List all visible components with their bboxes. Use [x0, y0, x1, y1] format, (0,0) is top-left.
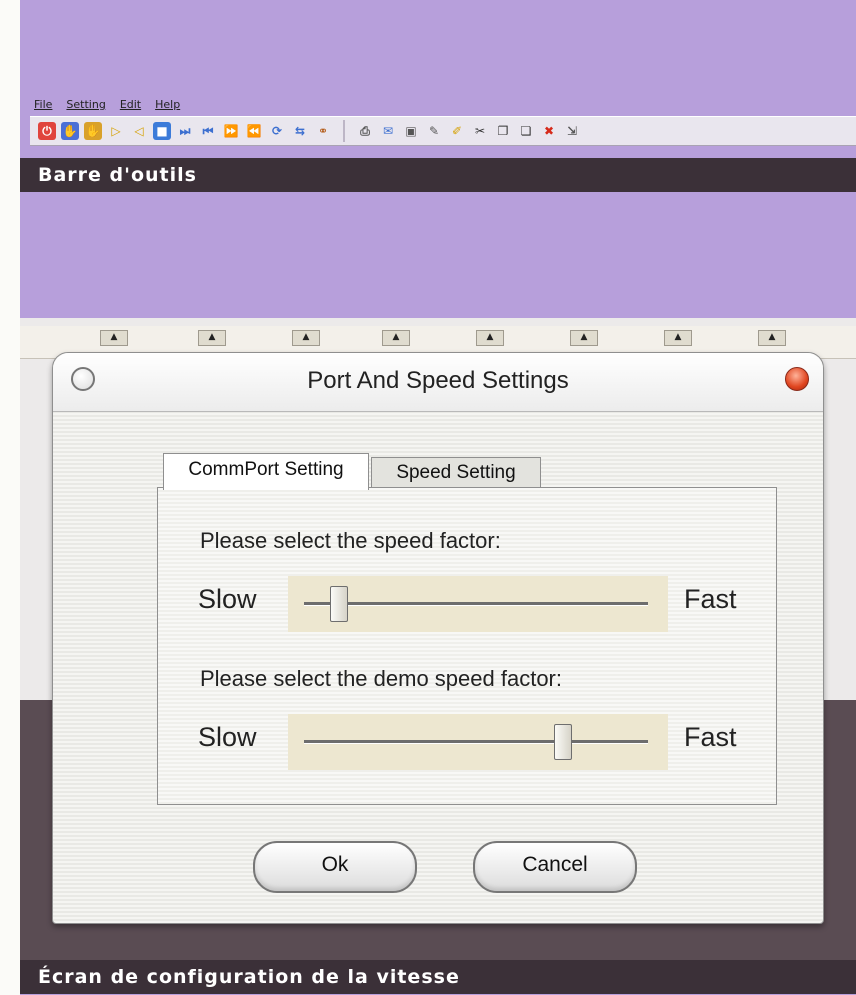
menu-edit[interactable]: Edit — [120, 98, 141, 114]
delete-icon[interactable]: ✖ — [540, 122, 558, 140]
ruler-marker[interactable]: ▲ — [100, 330, 128, 346]
ruler-marker[interactable]: ▲ — [198, 330, 226, 346]
toolbar: ⏻ ✋ ✋ ▷ ◁ ■ ⏭ ⏮ ⏩ ⏪ ⟳ ⇆ ⚭ ⎙ ✉ ▣ ✎ ✐ ✂ ❐ … — [30, 116, 856, 146]
export-icon[interactable]: ⇲ — [563, 122, 581, 140]
port-speed-dialog: Port And Speed Settings CommPort Setting… — [52, 352, 824, 924]
hand-icon[interactable]: ✋ — [84, 122, 102, 140]
rewind-icon[interactable]: ⏪ — [245, 122, 263, 140]
screen-caption: Écran de configuration de la vitesse — [20, 960, 856, 994]
dialog-titlebar: Port And Speed Settings — [53, 353, 823, 412]
toolbar-separator — [343, 120, 345, 142]
tab-commport-setting[interactable]: CommPort Setting — [163, 453, 369, 490]
play-icon[interactable]: ▷ — [107, 122, 125, 140]
speed-fast-label: Fast — [684, 584, 737, 614]
background-watermark — [40, 214, 68, 303]
ruler-marker[interactable]: ▲ — [476, 330, 504, 346]
ruler-marker[interactable]: ▲ — [382, 330, 410, 346]
reverse-icon[interactable]: ◁ — [130, 122, 148, 140]
ruler-marker[interactable]: ▲ — [664, 330, 692, 346]
screenshot-frame: File Setting Edit Help ⏻ ✋ ✋ ▷ ◁ ■ ⏭ ⏮ ⏩… — [20, 0, 856, 995]
loop-icon[interactable]: ⟳ — [268, 122, 286, 140]
demo-speed-slider-thumb[interactable] — [554, 724, 572, 760]
binoculars-icon[interactable]: ⚭ — [314, 122, 332, 140]
toolbar-caption: Barre d'outils — [20, 158, 856, 192]
pencil-icon[interactable]: ✐ — [448, 122, 466, 140]
power-icon[interactable]: ⏻ — [38, 122, 56, 140]
tab-speed-setting[interactable]: Speed Setting — [371, 457, 541, 488]
hand-icon[interactable]: ✋ — [61, 122, 79, 140]
screen-caption-text: Écran de configuration de la vitesse — [38, 966, 460, 988]
open-icon[interactable]: ✉ — [379, 122, 397, 140]
demo-slow-label: Slow — [198, 722, 257, 752]
paste-icon[interactable]: ❏ — [517, 122, 535, 140]
toolbar-caption-text: Barre d'outils — [38, 164, 197, 186]
cut-icon[interactable]: ✂ — [471, 122, 489, 140]
demo-slider-line — [304, 740, 648, 744]
save-icon[interactable]: ▣ — [402, 122, 420, 140]
swap-icon[interactable]: ⇆ — [291, 122, 309, 140]
stop-icon[interactable]: ■ — [153, 122, 171, 140]
background-watermark — [60, 16, 88, 105]
menu-help[interactable]: Help — [155, 98, 180, 114]
menu-file[interactable]: File — [34, 98, 52, 114]
speed-factor-label: Please select the speed factor: — [200, 528, 501, 553]
skip-end-icon[interactable]: ⏭ — [176, 122, 194, 140]
demo-speed-factor-label: Please select the demo speed factor: — [200, 666, 562, 691]
copy-icon[interactable]: ❐ — [494, 122, 512, 140]
ruler-marker[interactable]: ▲ — [758, 330, 786, 346]
print-icon[interactable]: ⎙ — [356, 122, 374, 140]
demo-fast-label: Fast — [684, 722, 737, 752]
speed-settings-panel: Please select the speed factor: Slow Fas… — [157, 487, 777, 805]
skip-start-icon[interactable]: ⏮ — [199, 122, 217, 140]
menu-bar: File Setting Edit Help — [34, 98, 180, 114]
speed-slider-thumb[interactable] — [330, 586, 349, 622]
ruler-marker[interactable]: ▲ — [570, 330, 598, 346]
edit-icon[interactable]: ✎ — [425, 122, 443, 140]
menu-setting[interactable]: Setting — [66, 98, 105, 114]
fast-forward-icon[interactable]: ⏩ — [222, 122, 240, 140]
ruler-marker[interactable]: ▲ — [292, 330, 320, 346]
ok-button[interactable]: Ok — [253, 841, 417, 893]
close-button[interactable] — [785, 367, 809, 391]
speed-slider-line — [304, 602, 648, 606]
cancel-button[interactable]: Cancel — [473, 841, 637, 893]
dialog-title: Port And Speed Settings — [307, 367, 569, 394]
speed-slow-label: Slow — [198, 584, 257, 614]
